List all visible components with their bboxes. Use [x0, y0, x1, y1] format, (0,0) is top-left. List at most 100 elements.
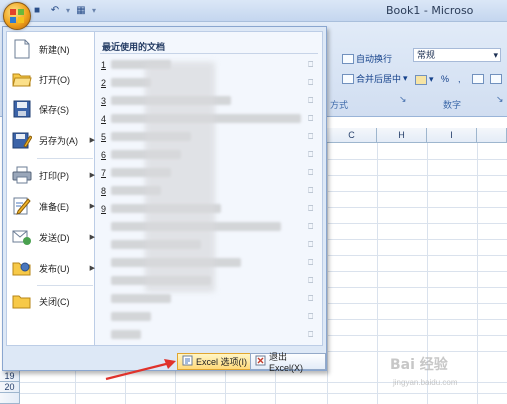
menu-item-publish[interactable]: 发布(U) ▶ [11, 253, 95, 283]
alignment-group-label: 方式 [330, 100, 349, 110]
menu-item-send[interactable]: 发送(D) ▶ [11, 222, 95, 252]
number-format-select[interactable]: 常规 ▾ [413, 48, 501, 62]
exit-excel-label: 退出 Excel(X) [269, 352, 304, 373]
office-button[interactable] [3, 2, 31, 30]
save-disk-icon [11, 98, 33, 120]
dialog-launcher-icon[interactable]: ↘ [496, 94, 504, 105]
column-header-c[interactable]: C [327, 128, 377, 143]
pin-icon[interactable]: ⎕ [308, 204, 313, 214]
pin-icon[interactable]: ⎕ [308, 330, 313, 340]
pin-icon[interactable]: ⎕ [308, 96, 313, 106]
printer-icon [11, 164, 33, 186]
grid-line [477, 143, 478, 404]
excel-options-label: Excel 选项(I) [196, 357, 248, 367]
pin-icon[interactable]: ⎕ [308, 60, 313, 70]
row-header-20[interactable]: 20 [0, 382, 20, 393]
exit-icon [255, 355, 266, 368]
pin-icon[interactable]: ⎕ [308, 312, 313, 322]
pin-icon[interactable]: ⎕ [308, 258, 313, 268]
recent-document-item[interactable]: ⎕ [101, 292, 315, 305]
publish-icon [11, 257, 33, 279]
increase-decimal-icon [472, 74, 484, 84]
undo-icon[interactable]: ↶ [48, 3, 62, 17]
quick-access-customize-icon[interactable]: ▦ [74, 3, 88, 17]
row-header-19[interactable]: 19 [0, 371, 20, 382]
save-as-icon [11, 129, 33, 151]
column-header-h[interactable]: H [377, 128, 427, 143]
pin-icon[interactable]: ⎕ [308, 78, 313, 88]
chevron-down-icon: ▾ [403, 73, 408, 83]
comma-button[interactable]: , [458, 74, 461, 84]
menu-item-open[interactable]: 打开(O) [11, 64, 95, 94]
pin-icon[interactable]: ⎕ [308, 222, 313, 232]
decrease-decimal-button[interactable] [490, 74, 502, 84]
grid-line [327, 319, 507, 320]
watermark-url: jingyan.baidu.com [393, 378, 458, 387]
open-folder-icon [11, 68, 33, 90]
pin-icon[interactable]: ⎕ [308, 150, 313, 160]
recent-documents-panel: 最近使用的文档 1 ⎕ 2 ⎕ 3 ⎕ 4 ⎕ 5 ⎕ 6 ⎕ 7 ⎕ 8 ⎕ 9 ⎕ ⎕ ⎕ ⎕… [95, 31, 323, 346]
wrap-text-label: 自动换行 [356, 54, 393, 64]
grid-line [327, 303, 507, 304]
pin-icon[interactable]: ⎕ [308, 114, 313, 124]
grid-line [327, 287, 507, 288]
exit-excel-button[interactable]: 退出 Excel(X) [250, 352, 326, 373]
menu-item-save-as[interactable]: 另存为(A) ▶ [11, 125, 95, 155]
grid-line [20, 393, 507, 394]
grid-line [275, 371, 276, 404]
dialog-launcher-icon[interactable]: ↘ [399, 94, 407, 105]
currency-button[interactable]: ▾ [415, 74, 434, 85]
pin-icon[interactable]: ⎕ [308, 132, 313, 142]
chevron-down-icon: ▾ [429, 74, 434, 84]
quick-access-toolbar: ■ ↶ ▾ ▦ ▾ [30, 3, 96, 17]
row-header-21[interactable] [0, 393, 20, 404]
column-header-next[interactable] [477, 128, 507, 143]
percent-label: % [441, 74, 450, 84]
currency-icon [415, 74, 427, 85]
merge-center-label: 合并后居中 [356, 74, 402, 84]
grid-line [327, 351, 507, 352]
pin-icon[interactable]: ⎕ [308, 276, 313, 286]
number-group-label: 数字 [443, 100, 462, 110]
annotation-arrow-icon [105, 359, 176, 381]
excel-options-button[interactable]: Excel 选项(I) [177, 353, 253, 370]
grid-line [327, 255, 507, 256]
merge-center-icon [342, 73, 354, 84]
grid-line [327, 223, 507, 224]
menu-item-close[interactable]: 关闭(C) [11, 286, 95, 316]
menu-commands: 新建(N) 打开(O) 保存(S) 另存为(A) ▶ 打印(P) ▶ 准备(E)… [6, 31, 95, 346]
grid-line [327, 143, 328, 404]
menu-item-prepare[interactable]: 准备(E) ▶ [11, 191, 95, 221]
send-icon [11, 226, 33, 248]
divider [100, 53, 318, 54]
wrap-text-button[interactable]: 自动换行 [342, 52, 392, 65]
new-document-icon [11, 38, 33, 60]
percent-button[interactable]: % [441, 74, 449, 84]
menu-item-save[interactable]: 保存(S) [11, 94, 95, 124]
grid-line [327, 207, 507, 208]
pin-icon[interactable]: ⎕ [308, 294, 313, 304]
pin-icon[interactable]: ⎕ [308, 186, 313, 196]
recent-document-item[interactable]: ⎕ [101, 328, 315, 341]
dropdown-icon[interactable]: ▾ [66, 6, 70, 15]
pin-icon[interactable]: ⎕ [308, 240, 313, 250]
decrease-decimal-icon [490, 74, 502, 84]
column-header-i[interactable]: I [427, 128, 477, 143]
pin-icon[interactable]: ⎕ [308, 168, 313, 178]
title-bar: ■ ↶ ▾ ▦ ▾ Book1 - Microso [0, 0, 507, 22]
recent-document-item[interactable]: ⎕ [101, 310, 315, 323]
grid-line [327, 191, 507, 192]
menu-item-new[interactable]: 新建(N) [11, 34, 95, 64]
watermark: Bai 经验 [390, 357, 448, 373]
save-icon[interactable]: ■ [30, 3, 44, 17]
chevron-down-icon[interactable]: ▾ [92, 6, 96, 15]
grid-line [327, 271, 507, 272]
grid-line [327, 239, 507, 240]
office-menu: 新建(N) 打开(O) 保存(S) 另存为(A) ▶ 打印(P) ▶ 准备(E)… [2, 26, 327, 373]
comma-label: , [458, 74, 461, 84]
increase-decimal-button[interactable] [472, 74, 484, 84]
grid-line [377, 143, 378, 404]
close-folder-icon [11, 290, 33, 312]
merge-center-button[interactable]: 合并后居中 ▾ [342, 72, 408, 85]
menu-item-print[interactable]: 打印(P) ▶ [11, 160, 95, 190]
